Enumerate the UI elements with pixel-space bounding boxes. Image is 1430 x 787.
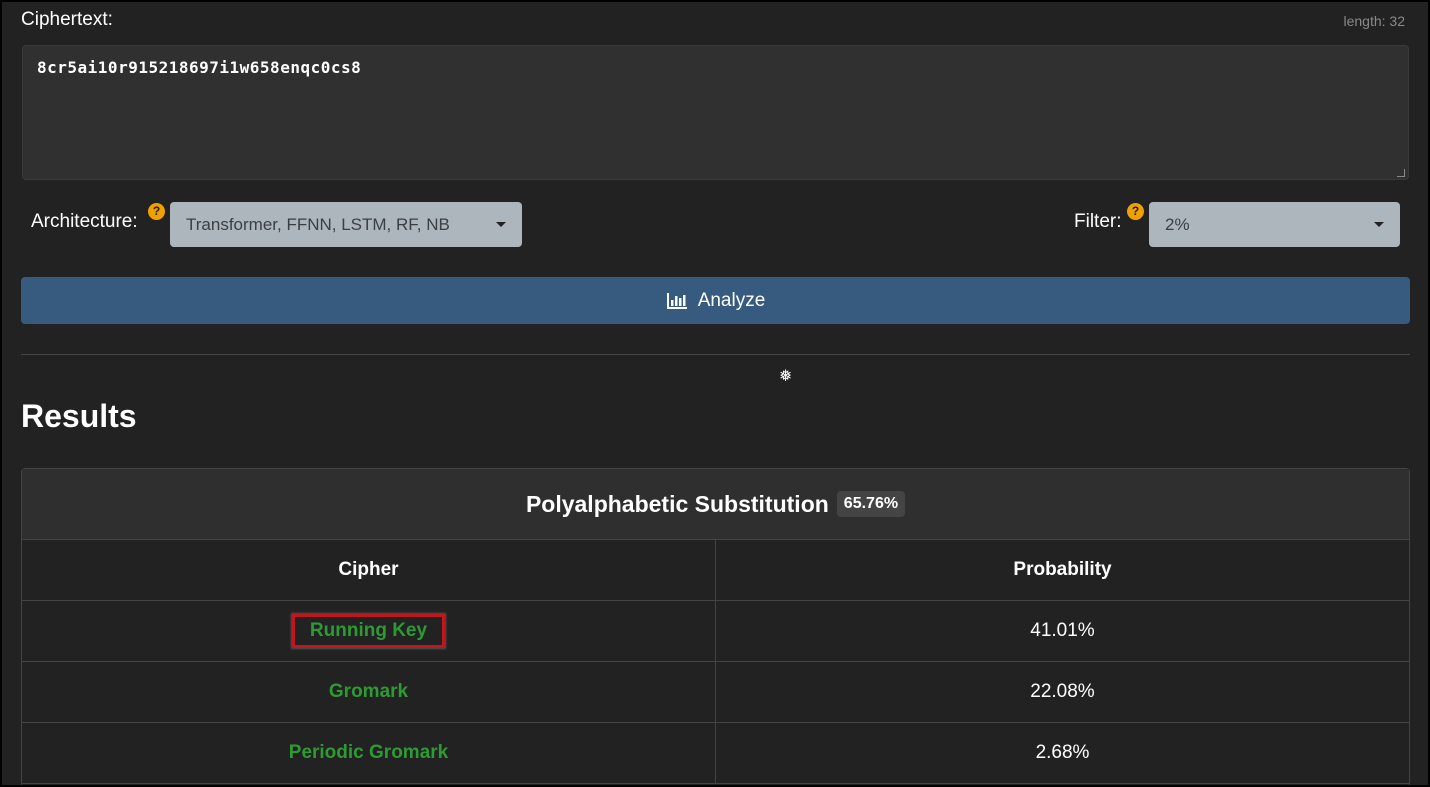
table-row: Gromark 22.08% xyxy=(22,662,1409,723)
table-row: Running Key 41.01% xyxy=(22,601,1409,662)
resize-grip-icon[interactable] xyxy=(1397,169,1405,177)
snowflake-icon: ❅ xyxy=(779,368,793,385)
table-header-row: Cipher Probability xyxy=(22,540,1409,601)
group-probability-badge: 65.76% xyxy=(836,491,906,517)
ciphertext-input[interactable]: 8cr5ai10r915218697i1w658enqc0cs8 xyxy=(22,45,1409,180)
architecture-select-value: Transformer, FFNN, LSTM, RF, NB xyxy=(186,215,450,234)
analyze-button-label: Analyze xyxy=(697,289,766,311)
bar-chart-icon xyxy=(666,292,687,309)
architecture-label: Architecture: xyxy=(31,211,138,232)
cipher-link-periodic-gromark[interactable]: Periodic Gromark xyxy=(289,742,448,764)
cipher-link-gromark[interactable]: Gromark xyxy=(329,681,408,703)
ciphertext-label: Ciphertext: xyxy=(21,9,113,30)
filter-label: Filter: xyxy=(1074,211,1122,232)
group-header: Polyalphabetic Substitution 65.76% xyxy=(22,469,1409,540)
cipher-link-running-key[interactable]: Running Key xyxy=(291,614,446,648)
architecture-help-icon[interactable]: ? xyxy=(148,203,165,220)
ciphertext-value: 8cr5ai10r915218697i1w658enqc0cs8 xyxy=(37,58,362,77)
column-header-probability[interactable]: Probability xyxy=(715,540,1409,600)
length-counter: length: 32 xyxy=(1343,13,1406,29)
column-header-cipher[interactable]: Cipher xyxy=(22,540,715,600)
table-row: Periodic Gromark 2.68% xyxy=(22,723,1409,784)
table-cell-cipher: Periodic Gromark xyxy=(22,723,715,783)
results-table: Polyalphabetic Substitution 65.76% Ciphe… xyxy=(21,468,1410,787)
table-cell-cipher: Gromark xyxy=(22,662,715,722)
filter-select[interactable]: 2% xyxy=(1149,202,1400,247)
results-title: Results xyxy=(21,398,137,434)
filter-help-icon[interactable]: ? xyxy=(1127,203,1144,220)
chevron-down-icon xyxy=(496,222,506,227)
table-cell-probability: 22.08% xyxy=(715,662,1409,722)
table-cell-probability: 2.68% xyxy=(715,723,1409,783)
table-cell-cipher: Running Key xyxy=(22,601,715,661)
analyze-button[interactable]: Analyze xyxy=(21,277,1410,324)
chevron-down-icon xyxy=(1374,222,1384,227)
divider xyxy=(21,354,1410,355)
group-title: Polyalphabetic Substitution xyxy=(525,490,829,517)
architecture-select[interactable]: Transformer, FFNN, LSTM, RF, NB xyxy=(170,202,522,247)
filter-select-value: 2% xyxy=(1165,215,1190,234)
table-cell-probability: 41.01% xyxy=(715,601,1409,661)
